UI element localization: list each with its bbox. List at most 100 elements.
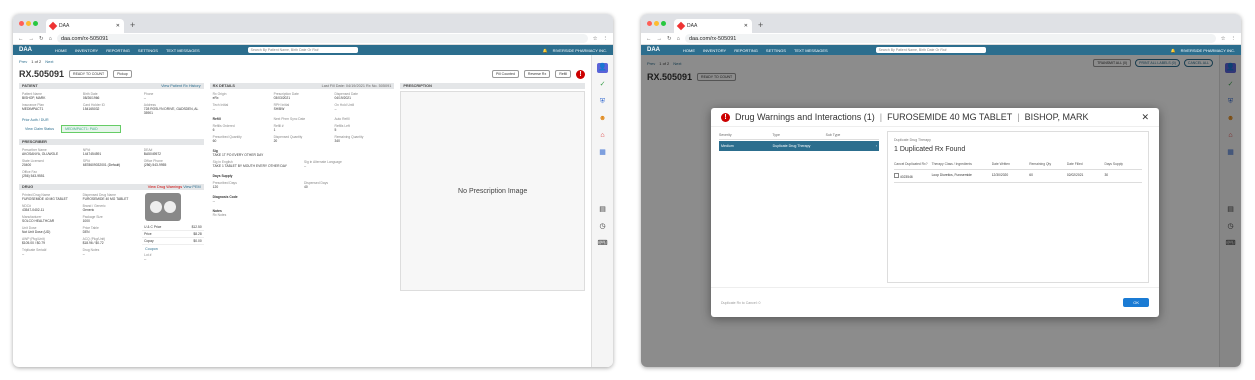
modal-title-bar: ! Drug Warnings and Interactions (1) | F…: [711, 108, 1159, 127]
patient-search-input-2[interactable]: Search By Patient Name, Birth Date Or Rx…: [875, 47, 986, 53]
prior-auth-link[interactable]: Prior Auth / DUR: [22, 118, 201, 122]
duplicate-table-row: 4023546 Loop Diuretics, Furosemide 12/30/2…: [894, 170, 1142, 183]
url-field[interactable]: daa.com/rx-505091: [56, 34, 588, 43]
nav-text-messages[interactable]: TEXT MESSAGES: [166, 48, 200, 53]
coupon-link[interactable]: Coupon: [145, 247, 201, 251]
menu-icon[interactable]: ⋮: [1231, 36, 1237, 42]
home-icon[interactable]: ⌂: [49, 36, 52, 42]
new-tab-icon[interactable]: +: [130, 20, 135, 30]
nav-reporting[interactable]: REPORTING: [106, 48, 130, 53]
close-icon[interactable]: ✕: [1141, 112, 1149, 123]
reload-icon[interactable]: ↻: [39, 36, 44, 42]
nav-settings[interactable]: SETTINGS: [138, 48, 158, 53]
nav-settings-2[interactable]: SETTINGS: [766, 48, 786, 53]
dea-field: DEA# BA5049572: [143, 148, 162, 156]
close-dot-2[interactable]: [647, 21, 652, 26]
shield-icon[interactable]: ⛨: [597, 97, 608, 107]
maximize-dot-2[interactable]: [661, 21, 666, 26]
back-icon[interactable]: ←: [18, 36, 24, 42]
app-nav: DAA HOME INVENTORY REPORTING SETTINGS TE…: [13, 45, 613, 55]
daa-logo-2[interactable]: DAA: [647, 47, 675, 53]
star-icon[interactable]: ☆: [1221, 36, 1226, 42]
reverse-rx-button[interactable]: Reverse Rx: [523, 70, 551, 78]
tab-close-icon[interactable]: ✕: [116, 23, 120, 29]
tab-title: DAA: [59, 23, 70, 29]
url-field-2[interactable]: daa.com/rx-505091: [684, 34, 1216, 43]
building-icon[interactable]: ▦: [597, 148, 608, 158]
people-icon[interactable]: ☻: [597, 114, 608, 124]
home-icon[interactable]: ⌂: [677, 36, 680, 42]
back-icon[interactable]: ←: [646, 36, 652, 42]
package-size-field: Package Size 1000: [82, 215, 103, 223]
warning-icon[interactable]: !: [576, 69, 585, 79]
prescribed-days-field: Prescribed Days 120: [212, 181, 237, 189]
rx-notes-field[interactable]: Notes Rx Notes: [213, 209, 392, 217]
tab-close-icon[interactable]: ✕: [744, 23, 748, 29]
pager-text: 1 of 2: [31, 59, 42, 64]
lot-field: Lot # --: [144, 253, 152, 261]
cancel-duplicate-checkbox[interactable]: [894, 173, 899, 178]
next-link[interactable]: Next: [45, 59, 53, 64]
nav-text-messages-2[interactable]: TEXT MESSAGES: [794, 48, 828, 53]
sig-field: Sig TAKE 1T PO EVERY OTHER DAY: [212, 149, 264, 157]
close-dot[interactable]: [19, 21, 24, 26]
view-pem-link[interactable]: View PEM: [183, 185, 200, 189]
daa-favicon-icon: [676, 21, 686, 31]
browser-tab[interactable]: DAA ✕: [46, 19, 124, 33]
clock-icon[interactable]: ◷: [597, 222, 608, 232]
drug-warnings-link[interactable]: View Drug Warnings: [148, 185, 182, 189]
ready-to-count-badge[interactable]: READY TO COUNT: [69, 70, 109, 78]
keyboard-icon[interactable]: ⌨: [597, 239, 608, 249]
pill-counted-button[interactable]: Pill Counted: [492, 70, 519, 78]
minimize-dot[interactable]: [26, 21, 31, 26]
ok-button[interactable]: OK: [1123, 298, 1149, 307]
reload-icon[interactable]: ↻: [667, 36, 672, 42]
refill-button[interactable]: Refill: [555, 70, 571, 78]
bell-icon[interactable]: 🔔: [543, 48, 548, 53]
type-column-header[interactable]: Type: [772, 133, 825, 137]
tech-initial-field: Tech Initial --: [212, 103, 229, 111]
minimize-dot-2[interactable]: [654, 21, 659, 26]
dispensed-date-field: Dispensed Date 04/19/2021: [334, 92, 358, 100]
warning-row[interactable]: Medium Duplicate Drug Therapy ›: [719, 141, 879, 151]
insurance-field: Insurance Plan MEDIMPACT1: [22, 103, 44, 111]
patient-search-input[interactable]: Search By Patient Name, Birth Date Or Rx…: [247, 47, 358, 53]
new-tab-icon[interactable]: +: [758, 20, 763, 30]
patient-history-link[interactable]: View Patient Rx History: [161, 83, 201, 89]
star-icon[interactable]: ☆: [593, 36, 598, 42]
prescriber-name-field: Prescriber Name AKOSANYA, OLUWOLE: [22, 148, 59, 156]
refill-label: Refill: [212, 117, 221, 121]
address-bar-2: ← → ↻ ⌂ daa.com/rx-505091 ☆ ⋮: [641, 33, 1241, 45]
nav-home[interactable]: HOME: [55, 48, 67, 53]
maximize-dot[interactable]: [33, 21, 38, 26]
prev-link[interactable]: Prev: [19, 59, 27, 64]
person-check-icon[interactable]: ✓: [597, 80, 608, 90]
severity-column-header[interactable]: Severity: [719, 133, 772, 137]
forward-icon[interactable]: →: [657, 36, 663, 42]
nav-home-2[interactable]: HOME: [683, 48, 695, 53]
person-queue-icon[interactable]: 👤: [597, 63, 608, 73]
pharmacy-name-2[interactable]: RIVERSIDE PHARMACY INC.: [1181, 48, 1235, 53]
rx-priority-select[interactable]: Pickup: [113, 70, 132, 78]
copay-row: Copay $0.00: [142, 239, 204, 245]
subtype-column-header[interactable]: Sub Type: [826, 133, 879, 137]
nav-reporting-2[interactable]: REPORTING: [734, 48, 758, 53]
menu-icon[interactable]: ⋮: [603, 36, 609, 42]
claim-status-link[interactable]: View Claim Status: [25, 127, 54, 131]
prescription-date-field: Prescription Date 03/03/2021: [273, 92, 299, 100]
bell-icon[interactable]: 🔔: [1171, 48, 1176, 53]
manufacturer-field: Manufacturer SOLCO HEALTHCAR: [22, 215, 55, 223]
pharmacy-name[interactable]: RIVERSIDE PHARMACY INC.: [553, 48, 607, 53]
calculator-icon[interactable]: ▤: [597, 205, 608, 215]
nav-inventory[interactable]: INVENTORY: [75, 48, 98, 53]
auto-refill-checkbox[interactable]: Auto Refill: [334, 117, 391, 121]
right-rail: 👤 ✓ ⛨ ☻ ⌂ ▦ ▤ ◷ ⌨: [591, 55, 613, 367]
remaining-qty-field: Remaining Quantity 340: [334, 135, 364, 143]
store-icon[interactable]: ⌂: [597, 131, 608, 141]
daa-logo[interactable]: DAA: [19, 47, 47, 53]
browser-tab-2[interactable]: DAA ✕: [674, 19, 752, 33]
refills-ordered-field: Refills Ordered 6: [212, 124, 235, 132]
nav-inventory-2[interactable]: INVENTORY: [703, 48, 726, 53]
forward-icon[interactable]: →: [29, 36, 35, 42]
next-sync-checkbox[interactable]: Next Phrm Sync Date: [274, 117, 331, 121]
